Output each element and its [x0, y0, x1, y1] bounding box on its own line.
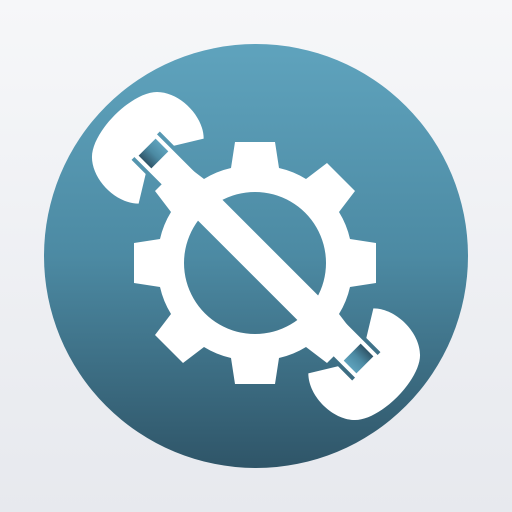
- app-icon-tile[interactable]: [0, 0, 512, 512]
- app-icon-badge: [44, 44, 468, 468]
